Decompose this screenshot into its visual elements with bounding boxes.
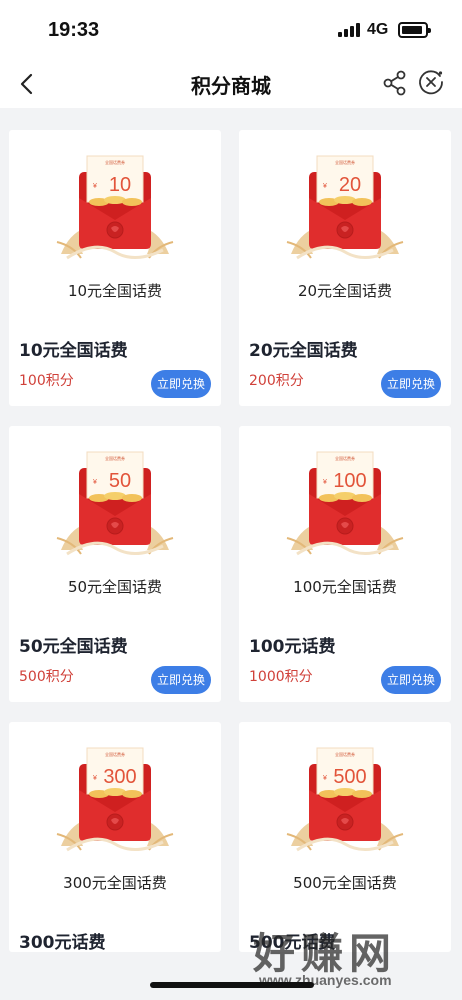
product-caption: 500元全国话费 [293,874,397,892]
product-points: 100积分 [19,373,74,389]
redeem-button[interactable]: 立即兑换 [151,370,211,398]
svg-text:全国话费券: 全国话费券 [335,159,355,165]
svg-text:全国话费券: 全国话费券 [105,159,125,165]
envelope-amount: 300 [103,766,136,788]
svg-text:¥: ¥ [323,183,327,190]
close-circle-icon [419,70,443,95]
network-label: 4G [367,21,389,38]
svg-text:¥: ¥ [323,775,327,782]
product-title: 10元全国话费 [19,341,128,361]
svg-text:全国话费券: 全国话费券 [335,455,355,461]
svg-text:全国话费券: 全国话费券 [335,751,355,757]
envelope-amount: 500 [333,766,366,788]
product-points: 200积分 [249,373,304,389]
share-icon [383,70,406,96]
watermark-logo: 好赚网 www.zhuanyes.com [245,920,455,990]
svg-text:全国话费券: 全国话费券 [105,751,125,757]
svg-text:¥: ¥ [93,183,97,190]
red-envelope-image: 全国话费券 ¥ 100 [285,450,405,560]
signal-icon [338,23,360,37]
redeem-button[interactable]: 立即兑换 [381,666,441,694]
product-card[interactable]: 全国话费券 ¥ 500 500元全国话费 500元话费 [239,722,451,952]
redeem-button[interactable]: 立即兑换 [151,666,211,694]
nav-bar: 积分商城 [0,60,462,108]
close-button[interactable] [416,67,446,97]
product-caption: 20元全国话费 [297,282,393,300]
product-caption: 300元全国话费 [63,874,167,892]
share-button[interactable] [380,68,410,98]
product-title: 50元全国话费 [19,637,128,657]
envelope-amount: 50 [109,470,131,492]
product-card[interactable]: 全国话费券 ¥ 100 100元全国话费 100元话费 1000积分 立即兑换 [239,426,451,702]
red-envelope-image: 全国话费券 ¥ 10 [55,154,175,264]
redeem-button[interactable]: 立即兑换 [381,370,441,398]
product-caption: 10元全国话费 [67,282,163,300]
product-card[interactable]: 全国话费券 ¥ 50 50元全国话费 50元全国话费 500积分 立即兑换 [9,426,221,702]
product-caption: 50元全国话费 [67,578,163,596]
svg-text:¥: ¥ [93,479,97,486]
svg-text:¥: ¥ [323,479,327,486]
product-title: 20元全国话费 [249,341,358,361]
svg-text:全国话费券: 全国话费券 [105,455,125,461]
envelope-amount: 10 [109,174,131,196]
envelope-amount: 20 [339,174,361,196]
red-envelope-image: 全国话费券 ¥ 300 [55,746,175,856]
svg-text:¥: ¥ [93,775,97,782]
battery-icon [398,22,431,38]
product-title: 100元话费 [249,637,336,657]
product-card[interactable]: 全国话费券 ¥ 300 300元全国话费 300元话费 [9,722,221,952]
red-envelope-image: 全国话费券 ¥ 20 [285,154,405,264]
product-points: 500积分 [19,669,74,685]
status-time: 19:33 [48,19,100,41]
product-card[interactable]: 全国话费券 ¥ 20 20元全国话费 20元全国话费 200积分 立即兑换 [239,130,451,406]
envelope-amount: 100 [333,470,366,492]
red-envelope-image: 全国话费券 ¥ 500 [285,746,405,856]
product-card[interactable]: 全国话费券 ¥ 10 10元全国话费 10元全国话费 100积分 立即兑换 [9,130,221,406]
product-title: 300元话费 [19,933,106,952]
product-caption: 100元全国话费 [293,578,397,596]
red-envelope-image: 全国话费券 ¥ 50 [55,450,175,560]
product-points: 1000积分 [249,669,313,685]
home-indicator[interactable] [150,982,314,988]
status-bar: 19:33 4G [0,0,462,60]
